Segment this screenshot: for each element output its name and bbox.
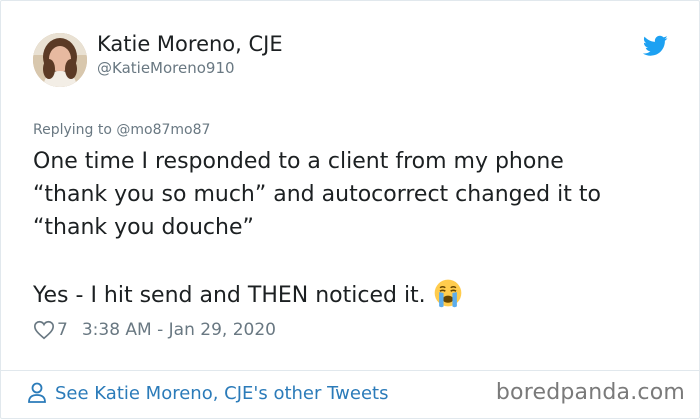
tweet-line-last: Yes - I hit send and THEN noticed it. — [33, 277, 673, 310]
divider — [1, 370, 699, 371]
tweet-line: “thank you so much” and autocorrect chan… — [33, 182, 601, 207]
see-more-label[interactable]: See Katie Moreno, CJE's other Tweets — [55, 383, 388, 404]
boredpanda-watermark: boredpanda.com — [495, 380, 685, 405]
tweet-line: “thank you douche” — [33, 215, 254, 240]
see-more-tweets-link[interactable]: See Katie Moreno, CJE's other Tweets — [27, 382, 388, 404]
tweet-card: Katie Moreno, CJE @KatieMoreno910 Replyi… — [0, 0, 700, 419]
crying-emoji-icon — [434, 279, 462, 308]
tweet-meta: 7 3:38 AM - Jan 29, 2020 — [33, 319, 276, 341]
author-handle[interactable]: @KatieMoreno910 — [97, 59, 235, 77]
avatar[interactable] — [33, 33, 87, 87]
tweet-text: One time I responded to a client from my… — [33, 145, 673, 310]
like-count[interactable]: 7 — [57, 320, 68, 340]
avatar-photo — [33, 33, 87, 87]
heart-icon[interactable] — [33, 319, 55, 341]
replying-to-label[interactable]: Replying to @mo87mo87 — [33, 122, 210, 138]
tweet-line: One time I responded to a client from my… — [33, 149, 564, 174]
author-display-name[interactable]: Katie Moreno, CJE — [97, 32, 283, 56]
tweet-timestamp[interactable]: 3:38 AM - Jan 29, 2020 — [82, 320, 276, 340]
twitter-bird-icon[interactable] — [643, 35, 668, 57]
tweet-line: Yes - I hit send and THEN noticed it. — [33, 283, 426, 308]
user-icon — [28, 382, 46, 403]
